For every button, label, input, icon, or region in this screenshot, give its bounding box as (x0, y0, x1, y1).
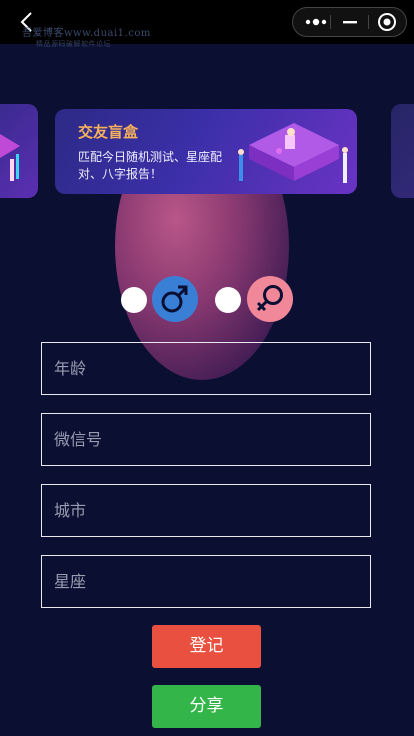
watermark-line2: 精品源码破解软件论坛 (36, 40, 111, 48)
constellation-input[interactable] (41, 555, 371, 608)
register-button[interactable]: 登记 (152, 625, 261, 668)
wechat-id-input[interactable] (41, 413, 371, 466)
male-radio[interactable] (121, 287, 147, 313)
share-button[interactable]: 分享 (152, 685, 261, 728)
female-radio[interactable] (215, 287, 241, 313)
mini-program-capsule (292, 7, 407, 37)
banner-title: 交友盲盒 (78, 123, 139, 141)
minimize-icon[interactable] (335, 8, 365, 36)
banner-description: 匹配今日随机测试、星座配对、八字报告！ (78, 150, 223, 181)
blind-box-illustration-icon (238, 123, 348, 183)
more-icon[interactable] (303, 8, 329, 36)
capsule-divider (330, 15, 331, 29)
close-target-icon[interactable] (373, 8, 403, 36)
gender-selector (0, 276, 414, 324)
watermark: 吾爱博客www.duai1.com 精品源码破解软件论坛 (22, 28, 151, 50)
banner-illustration-icon (0, 134, 20, 181)
nav-bar: 吾爱博客www.duai1.com 精品源码破解软件论坛 (0, 0, 414, 48)
city-input[interactable] (41, 484, 371, 537)
banner-slide-next[interactable] (391, 104, 414, 198)
banner-slide-previous[interactable] (0, 104, 38, 198)
banner-slide-current[interactable]: 交友盲盒 匹配今日随机测试、星座配对、八字报告！ (55, 109, 357, 194)
age-input[interactable] (41, 342, 371, 395)
male-symbol-icon[interactable] (152, 276, 198, 322)
watermark-line1: 吾爱博客www.duai1.com (22, 28, 151, 39)
capsule-divider (368, 15, 369, 29)
female-symbol-icon[interactable] (247, 276, 293, 322)
